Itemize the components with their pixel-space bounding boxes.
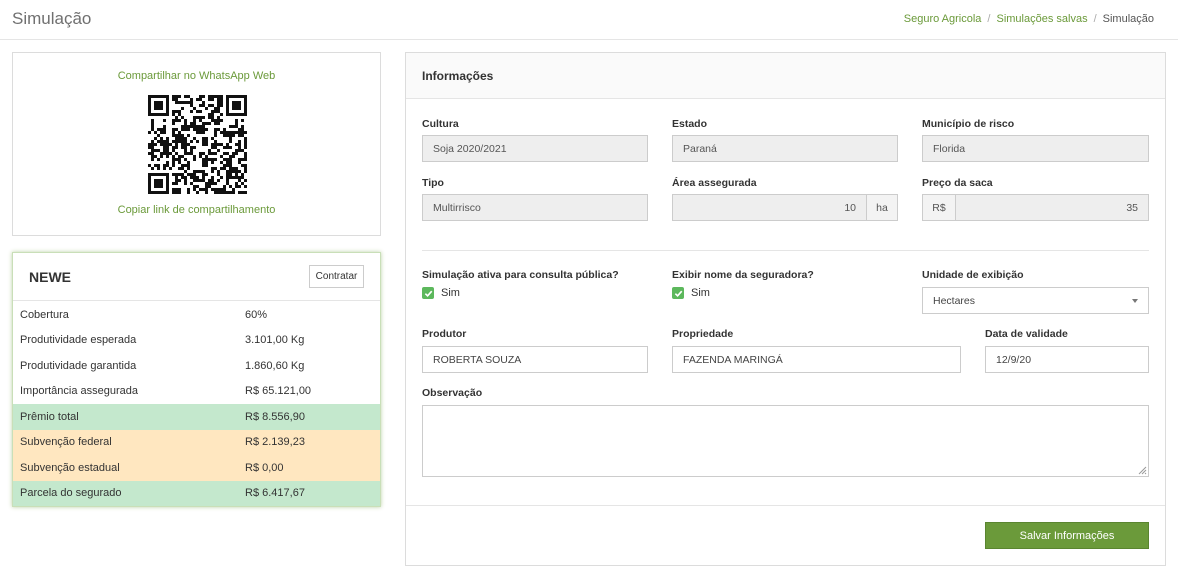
produtor-input[interactable]: ROBERTA SOUZA [422, 346, 648, 373]
quote-row-value: R$ 2.139,23 [245, 436, 305, 449]
quote-header: NEWE Contratar [13, 253, 380, 301]
quote-row-label: Prêmio total [20, 410, 79, 423]
quote-row-value: R$ 65.121,00 [245, 385, 312, 398]
contratar-button[interactable]: Contratar [309, 265, 364, 288]
chevron-down-icon [1132, 298, 1138, 303]
checkbox-checked-icon[interactable] [672, 287, 684, 299]
quote-row-label: Produtividade esperada [20, 334, 137, 347]
quote-row-value: 3.101,00 Kg [245, 334, 305, 347]
quote-row-premio-total: Prêmio total R$ 8.556,90 [13, 404, 380, 430]
observacao-label: Observação [422, 387, 483, 399]
propriedade-label: Propriedade [672, 328, 734, 340]
quote-row-parcela-segurado: Parcela do segurado R$ 6.417,67 [13, 480, 380, 506]
quote-row-subvencao-estadual: Subvenção estadual R$ 0,00 [13, 455, 380, 481]
breadcrumb-separator: / [987, 13, 991, 25]
validade-input[interactable]: 12/9/20 [985, 346, 1149, 373]
quote-row-label: Subvenção estadual [20, 461, 120, 474]
section-divider [422, 250, 1149, 251]
quote-row-produtividade-garantida: Produtividade garantida 1.860,60 Kg [13, 353, 380, 379]
exibir-seguradora-label: Exibir nome da seguradora? [672, 269, 814, 281]
quote-row-cobertura: Cobertura 60% [13, 302, 380, 328]
estado-label: Estado [672, 118, 708, 130]
preco-field: 35 [955, 194, 1149, 221]
resize-grip-icon[interactable] [1138, 466, 1147, 475]
checkbox-checked-icon[interactable] [422, 287, 434, 299]
info-card: Informações Cultura Soja 2020/2021 Estad… [405, 52, 1166, 566]
info-title: Informações [422, 69, 494, 83]
simulacao-publica-label: Simulação ativa para consulta pública? [422, 269, 619, 281]
quote-row-produtividade-esperada: Produtividade esperada 3.101,00 Kg [13, 328, 380, 354]
propriedade-input[interactable]: FAZENDA MARINGÁ [672, 346, 961, 373]
quote-row-value: R$ 0,00 [245, 461, 284, 474]
produtor-label: Produtor [422, 328, 467, 340]
copy-share-link[interactable]: Copiar link de compartilhamento [13, 204, 380, 216]
share-card: Compartilhar no WhatsApp Web Copiar link… [12, 52, 381, 236]
quote-row-value: 1.860,60 Kg [245, 359, 305, 372]
observacao-textarea[interactable] [422, 405, 1149, 477]
preco-currency-addon: R$ [922, 194, 956, 221]
quote-row-label: Subvenção federal [20, 436, 112, 449]
quote-row-value: R$ 6.417,67 [245, 487, 305, 500]
quote-row-label: Produtividade garantida [20, 359, 137, 372]
quote-row-subvencao-federal: Subvenção federal R$ 2.139,23 [13, 429, 380, 455]
quote-row-value: 60% [245, 308, 268, 321]
cultura-label: Cultura [422, 118, 459, 130]
tipo-label: Tipo [422, 177, 444, 189]
area-field: 10 [672, 194, 867, 221]
breadcrumb-seguro-agricola[interactable]: Seguro Agricola [904, 13, 982, 25]
quote-card: NEWE Contratar Cobertura 60% Produtivida… [12, 252, 381, 507]
area-unit-addon: ha [866, 194, 898, 221]
insurer-name: NEWE [29, 269, 71, 285]
footer-divider [406, 505, 1165, 506]
quote-row-label: Parcela do segurado [20, 487, 122, 500]
quote-row-value: R$ 8.556,90 [245, 410, 305, 423]
municipio-field: Florida [922, 135, 1149, 162]
breadcrumb: Seguro Agricola / Simulações salvas / Si… [904, 13, 1154, 25]
cultura-field: Soja 2020/2021 [422, 135, 648, 162]
validade-label: Data de validade [985, 328, 1068, 340]
info-header: Informações [406, 53, 1165, 99]
qr-code-image [148, 95, 247, 194]
quote-row-label: Cobertura [20, 308, 69, 321]
preco-label: Preço da saca [922, 177, 993, 189]
save-button[interactable]: Salvar Informações [985, 522, 1149, 549]
unidade-select[interactable]: Hectares [922, 287, 1149, 314]
exibir-seguradora-option: Sim [691, 287, 710, 299]
unidade-selected-value: Hectares [933, 294, 976, 307]
municipio-label: Município de risco [922, 118, 1015, 130]
area-label: Área assegurada [672, 177, 757, 189]
breadcrumb-simulacoes-salvas[interactable]: Simulações salvas [996, 13, 1087, 25]
share-whatsapp-link[interactable]: Compartilhar no WhatsApp Web [13, 70, 380, 82]
estado-field: Paraná [672, 135, 898, 162]
simulacao-publica-option: Sim [441, 287, 460, 299]
unidade-label: Unidade de exibição [922, 269, 1024, 281]
tipo-field: Multirrisco [422, 194, 648, 221]
top-bar: Simulação Seguro Agricola / Simulações s… [0, 0, 1178, 40]
page-title: Simulação [12, 9, 92, 28]
quote-row-importancia-assegurada: Importância assegurada R$ 65.121,00 [13, 379, 380, 405]
quote-table: Cobertura 60% Produtividade esperada 3.1… [13, 302, 380, 506]
breadcrumb-separator: / [1093, 13, 1097, 25]
breadcrumb-current: Simulação [1102, 13, 1154, 25]
exibir-seguradora-checkbox-row[interactable]: Sim [672, 287, 710, 299]
simulacao-publica-checkbox-row[interactable]: Sim [422, 287, 460, 299]
quote-row-label: Importância assegurada [20, 385, 139, 398]
